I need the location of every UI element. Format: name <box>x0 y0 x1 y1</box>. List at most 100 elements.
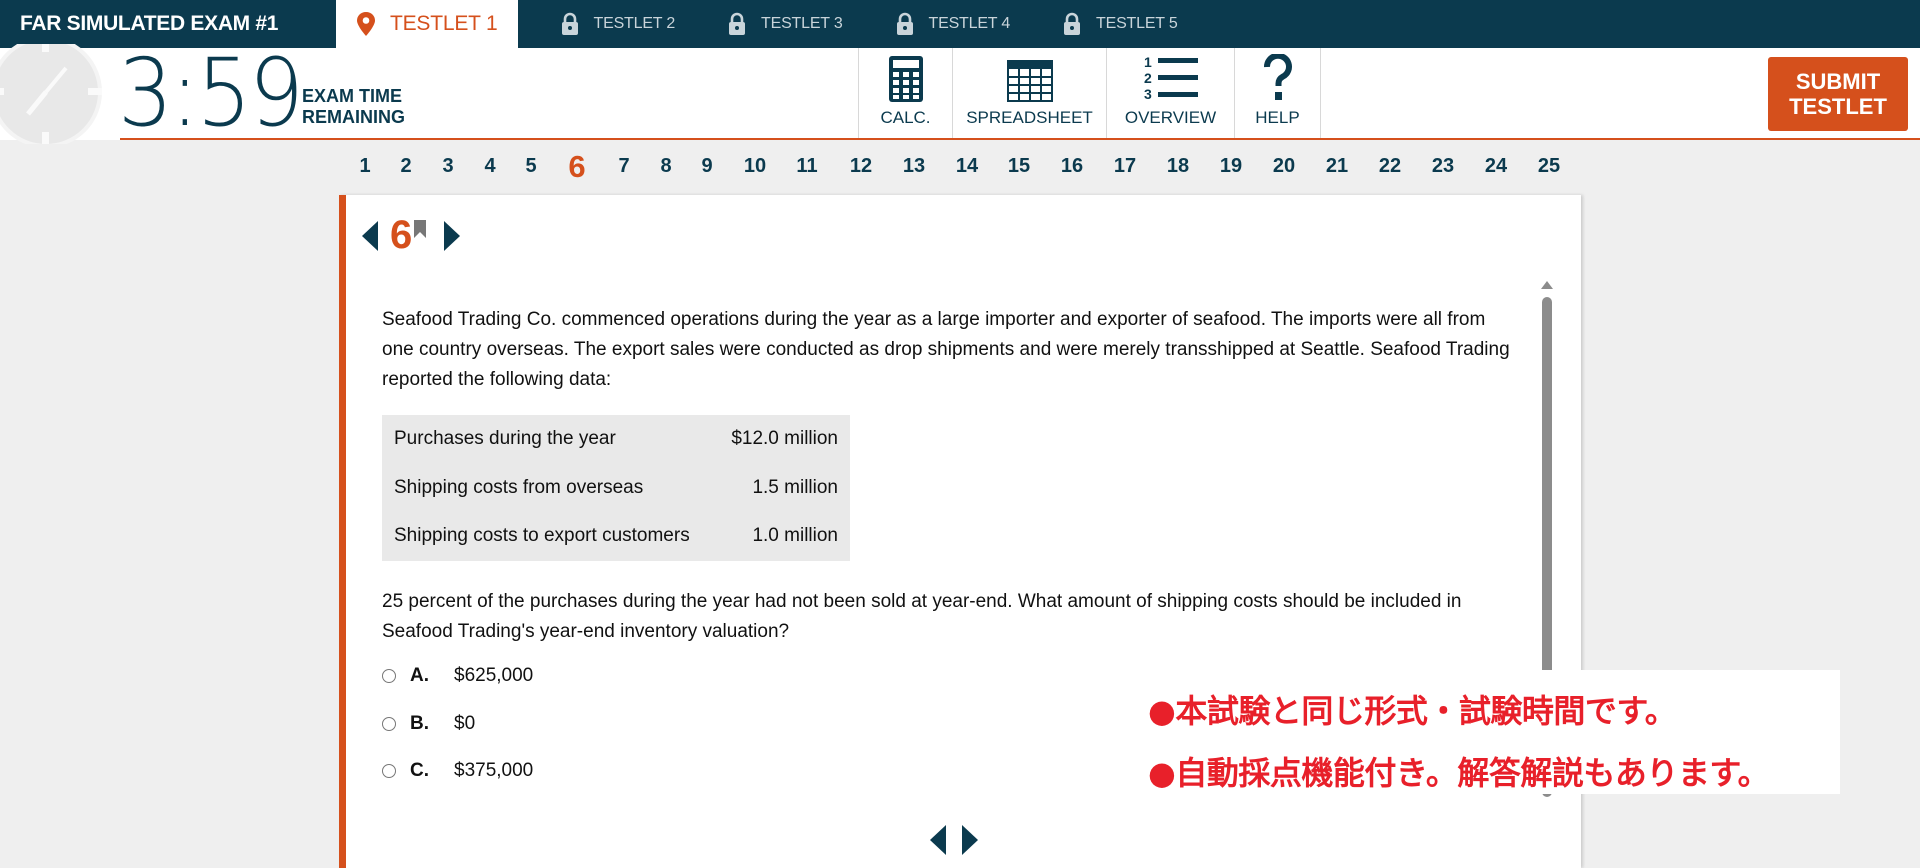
calculator-button[interactable]: CALC. <box>859 48 953 138</box>
exam-time-label: EXAM TIME REMAINING <box>302 86 405 128</box>
table-cell-value: 1.5 million <box>752 476 838 498</box>
question-intro: Seafood Trading Co. commenced operations… <box>382 309 1510 390</box>
tab-label: TESTLET 2 <box>593 15 676 32</box>
question-nav-19[interactable]: 19 <box>1220 155 1242 178</box>
tab-testlet-4[interactable]: TESTLET 4 <box>869 0 1037 48</box>
question-prompt: 25 percent of the purchases during the y… <box>382 591 1462 642</box>
promo-line-1: ●本試験と同じ形式・試験時間です。 <box>1148 692 1677 730</box>
tab-testlet-2[interactable]: TESTLET 2 <box>534 0 702 48</box>
question-nav-16[interactable]: 16 <box>1061 155 1083 178</box>
next-question-icon[interactable] <box>444 220 461 251</box>
clock-icon <box>0 44 102 144</box>
calculator-icon <box>888 56 923 102</box>
question-nav-7[interactable]: 7 <box>618 155 629 178</box>
answer-choice-b[interactable]: B. $0 <box>382 713 475 735</box>
choice-letter: C. <box>410 760 429 781</box>
bookmark-icon[interactable] <box>414 219 427 238</box>
scroll-up-arrow[interactable] <box>1541 281 1553 289</box>
toolbar-divider <box>120 138 1920 140</box>
table-cell-label: Shipping costs to export customers <box>394 525 690 547</box>
lock-icon <box>561 12 578 35</box>
question-nav-22[interactable]: 22 <box>1379 155 1401 178</box>
tab-label: TESTLET 1 <box>390 12 498 35</box>
choice-letter: B. <box>410 713 429 734</box>
question-nav-17[interactable]: 17 <box>1114 155 1136 178</box>
calculator-label: CALC. <box>880 108 931 127</box>
spreadsheet-label: SPREADSHEET <box>966 108 1093 127</box>
submit-label-line2: TESTLET <box>1789 94 1887 119</box>
tab-label: TESTLET 4 <box>928 15 1011 32</box>
table-cell-value: 1.0 million <box>752 525 838 547</box>
question-nav-25[interactable]: 25 <box>1538 155 1560 178</box>
question-nav-9[interactable]: 9 <box>701 155 712 178</box>
table-row: Shipping costs from overseas 1.5 million <box>382 464 850 513</box>
question-nav-8[interactable]: 8 <box>660 155 671 178</box>
data-table: Purchases during the year $12.0 million … <box>382 415 850 561</box>
question-nav-18[interactable]: 18 <box>1167 155 1189 178</box>
question-nav-14[interactable]: 14 <box>956 155 978 178</box>
answer-choice-c[interactable]: C. $375,000 <box>382 760 533 782</box>
table-cell-label: Shipping costs from overseas <box>394 476 644 498</box>
question-nav-5[interactable]: 5 <box>525 155 536 178</box>
exam-time-label-line2: REMAINING <box>302 107 405 127</box>
choice-letter: A. <box>410 665 429 686</box>
table-row: Purchases during the year $12.0 million <box>382 415 850 464</box>
radio-button[interactable] <box>382 717 396 731</box>
exam-timer: 3:59 <box>118 39 304 148</box>
help-button[interactable]: HELP <box>1235 48 1321 138</box>
testlet-tabs: TESTLET 1 TESTLET 2 TESTLET 3 TESTLET 4 … <box>336 0 1204 48</box>
question-number-nav: 1 2 3 4 5 6 7 8 9 10 11 12 13 14 15 16 17 18 19 20 21 22 23 24 2… <box>346 149 1566 184</box>
tab-testlet-3[interactable]: TESTLET 3 <box>701 0 869 48</box>
question-nav-6[interactable]: 6 <box>568 149 585 185</box>
submit-testlet-button[interactable]: SUBMIT TESTLET <box>1768 57 1908 131</box>
question-nav-4[interactable]: 4 <box>484 155 495 178</box>
promo-banner: ●本試験と同じ形式・試験時間です。 ●自動採点機能付き。解答解説もあります。 <box>1134 670 1840 794</box>
bottom-question-nav <box>930 825 978 855</box>
spreadsheet-icon <box>1006 60 1053 102</box>
question-header: 6 <box>362 213 461 258</box>
svg-text:1: 1 <box>1144 54 1152 70</box>
radio-button[interactable] <box>382 764 396 778</box>
lock-icon <box>1064 12 1081 35</box>
question-nav-23[interactable]: 23 <box>1432 155 1454 178</box>
help-label: HELP <box>1255 108 1300 127</box>
table-cell-value: $12.0 million <box>731 428 838 450</box>
previous-question-icon[interactable] <box>362 220 378 251</box>
question-nav-21[interactable]: 21 <box>1326 155 1348 178</box>
question-nav-15[interactable]: 15 <box>1008 155 1030 178</box>
overview-label: OVERVIEW <box>1124 108 1217 127</box>
lock-icon <box>896 12 913 35</box>
choice-text: $625,000 <box>454 665 534 686</box>
next-arrow-icon[interactable] <box>962 825 978 855</box>
question-nav-13[interactable]: 13 <box>903 155 925 178</box>
promo-line-2: ●自動採点機能付き。解答解説もあります。 <box>1148 754 1770 792</box>
svg-text:2: 2 <box>1144 70 1152 86</box>
tab-label: TESTLET 5 <box>1096 15 1178 32</box>
spreadsheet-button[interactable]: SPREADSHEET <box>953 48 1107 138</box>
tab-testlet-5[interactable]: TESTLET 5 <box>1036 0 1204 48</box>
question-mark-icon <box>1263 54 1292 100</box>
question-nav-12[interactable]: 12 <box>850 155 872 178</box>
question-number: 6 <box>390 213 413 257</box>
overview-button[interactable]: 1 2 3 OVERVIEW <box>1107 48 1235 138</box>
tool-buttons: CALC. SPREADSHEET 1 2 3 OVERVIEW HELP <box>858 48 1321 138</box>
exam-time-label-line1: EXAM TIME <box>302 86 403 106</box>
answer-choice-a[interactable]: A. $625,000 <box>382 665 533 687</box>
choice-text: $0 <box>454 713 476 734</box>
previous-arrow-icon[interactable] <box>930 825 946 855</box>
submit-label-line1: SUBMIT <box>1795 69 1881 94</box>
question-nav-1[interactable]: 1 <box>359 155 370 178</box>
table-row: Shipping costs to export customers 1.0 m… <box>382 512 850 561</box>
radio-button[interactable] <box>382 669 396 683</box>
tab-label: TESTLET 3 <box>761 15 843 32</box>
question-nav-10[interactable]: 10 <box>744 155 766 178</box>
lock-icon <box>729 12 746 35</box>
question-nav-20[interactable]: 20 <box>1273 155 1295 178</box>
question-nav-11[interactable]: 11 <box>796 155 817 178</box>
numbered-list-icon: 1 2 3 <box>1144 54 1198 102</box>
location-pin-icon <box>357 12 375 36</box>
question-nav-24[interactable]: 24 <box>1485 155 1507 178</box>
tab-testlet-1[interactable]: TESTLET 1 <box>336 0 518 48</box>
question-nav-3[interactable]: 3 <box>442 155 453 178</box>
question-nav-2[interactable]: 2 <box>400 155 411 178</box>
